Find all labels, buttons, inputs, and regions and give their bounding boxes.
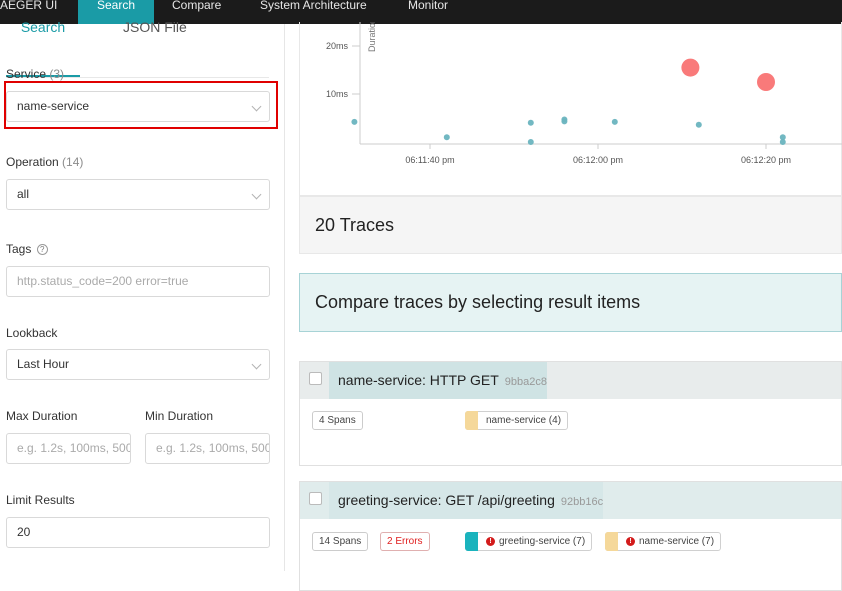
- results-pane: Duration 10ms 20ms 06:11:40 pm 06:12:00 pm 0…: [299, 22, 842, 591]
- service-tag-label: name-service (7): [639, 536, 715, 547]
- chevron-down-icon: [251, 101, 262, 112]
- min-duration-label: Min Duration: [145, 409, 214, 423]
- operation-select[interactable]: all: [6, 179, 270, 210]
- max-duration-label: Max Duration: [6, 409, 78, 423]
- trace-title-text: name-service: HTTP GET: [338, 372, 499, 388]
- span-count-badge: 14 Spans: [312, 532, 369, 551]
- chevron-down-icon: [251, 189, 262, 200]
- y-axis-label: Duration: [367, 22, 377, 52]
- service-tag: ! name-service (7): [605, 532, 722, 551]
- trace-point[interactable]: [443, 134, 450, 141]
- operation-count: (14): [62, 155, 84, 169]
- error-trace-point[interactable]: [757, 73, 775, 91]
- service-select-value: name-service: [17, 99, 90, 113]
- trace-select-checkbox[interactable]: [309, 492, 322, 505]
- x-tick-label: 06:12:20 pm: [741, 155, 791, 165]
- service-tag: ! greeting-service (7): [465, 532, 593, 551]
- trace-select-checkbox[interactable]: [309, 372, 322, 385]
- tab-search-label: Search: [20, 19, 66, 35]
- tab-json-file[interactable]: JSON File: [123, 19, 187, 35]
- tags-input[interactable]: http.status_code=200 error=true: [6, 266, 270, 297]
- trace-point[interactable]: [527, 139, 534, 145]
- operation-label-text: Operation: [6, 155, 59, 169]
- trace-id: 9bba2c8: [504, 376, 547, 388]
- trace-point[interactable]: [695, 121, 702, 128]
- error-icon: !: [626, 537, 635, 546]
- trace-point[interactable]: [779, 139, 786, 145]
- chevron-down-icon: [251, 359, 262, 370]
- lookback-label: Lookback: [6, 326, 58, 340]
- service-label-text: Service: [6, 67, 47, 81]
- x-tick-label: 06:12:00 pm: [573, 155, 623, 165]
- trace-point[interactable]: [351, 118, 358, 125]
- service-tag: name-service (4): [465, 411, 569, 430]
- trace-title-text: greeting-service: GET /api/greeting: [338, 492, 555, 508]
- error-trace-point[interactable]: [681, 58, 700, 77]
- trace-point[interactable]: [611, 118, 618, 125]
- tags-label: Tags ?: [6, 242, 48, 256]
- tags-label-text: Tags: [6, 242, 32, 256]
- service-color-swatch: [465, 411, 478, 430]
- max-duration-input[interactable]: e.g. 1.2s, 100ms, 500us: [6, 433, 131, 464]
- limit-results-input[interactable]: 20: [6, 517, 270, 548]
- service-tag-label: greeting-service (7): [499, 536, 586, 547]
- trace-point[interactable]: [527, 119, 534, 126]
- trace-header: name-service: HTTP GET 9bba2c8: [300, 362, 841, 399]
- service-color-swatch: [605, 532, 618, 551]
- x-tick-label: 06:11:40 pm: [405, 155, 454, 165]
- nav-monitor[interactable]: Monitor: [408, 0, 468, 24]
- y-tick-label: 10ms: [326, 89, 349, 99]
- trace-header: greeting-service: GET /api/greeting 92bb1…: [300, 482, 841, 519]
- service-tag-label: name-service (4): [486, 415, 562, 426]
- search-sidebar: Search JSON File Service (3) name-servic…: [0, 19, 285, 571]
- operation-select-value: all: [17, 187, 30, 201]
- service-count: (3): [49, 67, 65, 81]
- compare-banner: Compare traces by selecting result items: [299, 273, 842, 332]
- service-select[interactable]: name-service: [6, 91, 270, 122]
- service-label: Service (3): [6, 67, 64, 81]
- error-icon: !: [486, 537, 495, 546]
- trace-id: 92bb16c: [560, 496, 604, 508]
- trace-result-item[interactable]: greeting-service: GET /api/greeting 92bb1…: [299, 481, 842, 591]
- trace-title[interactable]: name-service: HTTP GET 9bba2c8: [329, 362, 547, 399]
- trace-title[interactable]: greeting-service: GET /api/greeting 92bb1…: [329, 482, 604, 519]
- help-icon[interactable]: ?: [36, 244, 48, 256]
- trace-point[interactable]: [561, 118, 568, 125]
- lookback-select-value: Last Hour: [17, 357, 70, 371]
- min-duration-input[interactable]: e.g. 1.2s, 100ms, 500us: [145, 433, 270, 464]
- scatter-chart-card: Duration 10ms 20ms 06:11:40 pm 06:12:00 pm 0…: [299, 22, 842, 196]
- y-tick-label: 20ms: [326, 41, 349, 51]
- duration-scatter-chart: Duration 10ms 20ms 06:11:40 pm 06:12:00 pm 0…: [326, 22, 842, 165]
- trace-result-item[interactable]: name-service: HTTP GET 9bba2c8 4 Spans na…: [299, 361, 842, 466]
- limit-results-label: Limit Results: [6, 493, 75, 507]
- operation-label: Operation (14): [6, 155, 83, 169]
- nav-system-architecture[interactable]: System Architecture: [260, 0, 380, 24]
- trace-count-header: 20 Traces: [299, 196, 842, 254]
- error-count-badge: 2 Errors: [380, 532, 430, 551]
- span-count-badge: 4 Spans: [312, 411, 363, 430]
- lookback-select[interactable]: Last Hour: [6, 349, 270, 380]
- service-color-swatch: [465, 532, 478, 551]
